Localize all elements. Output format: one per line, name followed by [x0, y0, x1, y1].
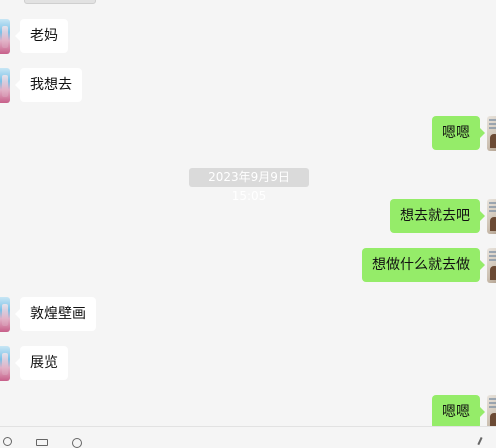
- contact-avatar[interactable]: [0, 19, 10, 54]
- outgoing-message-bubble[interactable]: 想做什么就去做: [362, 248, 485, 282]
- outgoing-message-bubble[interactable]: 想去就去吧: [390, 199, 485, 233]
- input-toolbar: [0, 426, 496, 448]
- scissors-icon[interactable]: [72, 437, 84, 448]
- outgoing-message-bubble[interactable]: 嗯嗯: [432, 395, 485, 426]
- my-avatar[interactable]: [487, 116, 496, 151]
- incoming-message-bubble[interactable]: 展览: [15, 346, 68, 380]
- incoming-message-bubble[interactable]: 敦煌壁画: [15, 297, 96, 331]
- incoming-message-bubble[interactable]: 我想去: [15, 68, 82, 102]
- my-avatar[interactable]: [487, 395, 496, 426]
- folder-icon[interactable]: [36, 437, 50, 446]
- chat-message-area[interactable]: 老妈 我想去 嗯嗯 2023年9月9日 15:05 想去就去吧 想做什么就去做 …: [0, 0, 496, 426]
- contact-avatar[interactable]: [0, 346, 10, 381]
- my-avatar[interactable]: [487, 199, 496, 234]
- contact-avatar[interactable]: [0, 297, 10, 332]
- my-avatar[interactable]: [487, 248, 496, 283]
- incoming-message-bubble[interactable]: 老妈: [15, 19, 68, 53]
- contact-avatar[interactable]: [0, 68, 10, 103]
- message-timestamp: 2023年9月9日 15:05: [189, 168, 309, 203]
- more-icon[interactable]: [475, 437, 487, 445]
- emoji-icon[interactable]: [3, 437, 13, 446]
- previous-message-bubble: [24, 0, 96, 4]
- outgoing-message-bubble[interactable]: 嗯嗯: [432, 116, 485, 150]
